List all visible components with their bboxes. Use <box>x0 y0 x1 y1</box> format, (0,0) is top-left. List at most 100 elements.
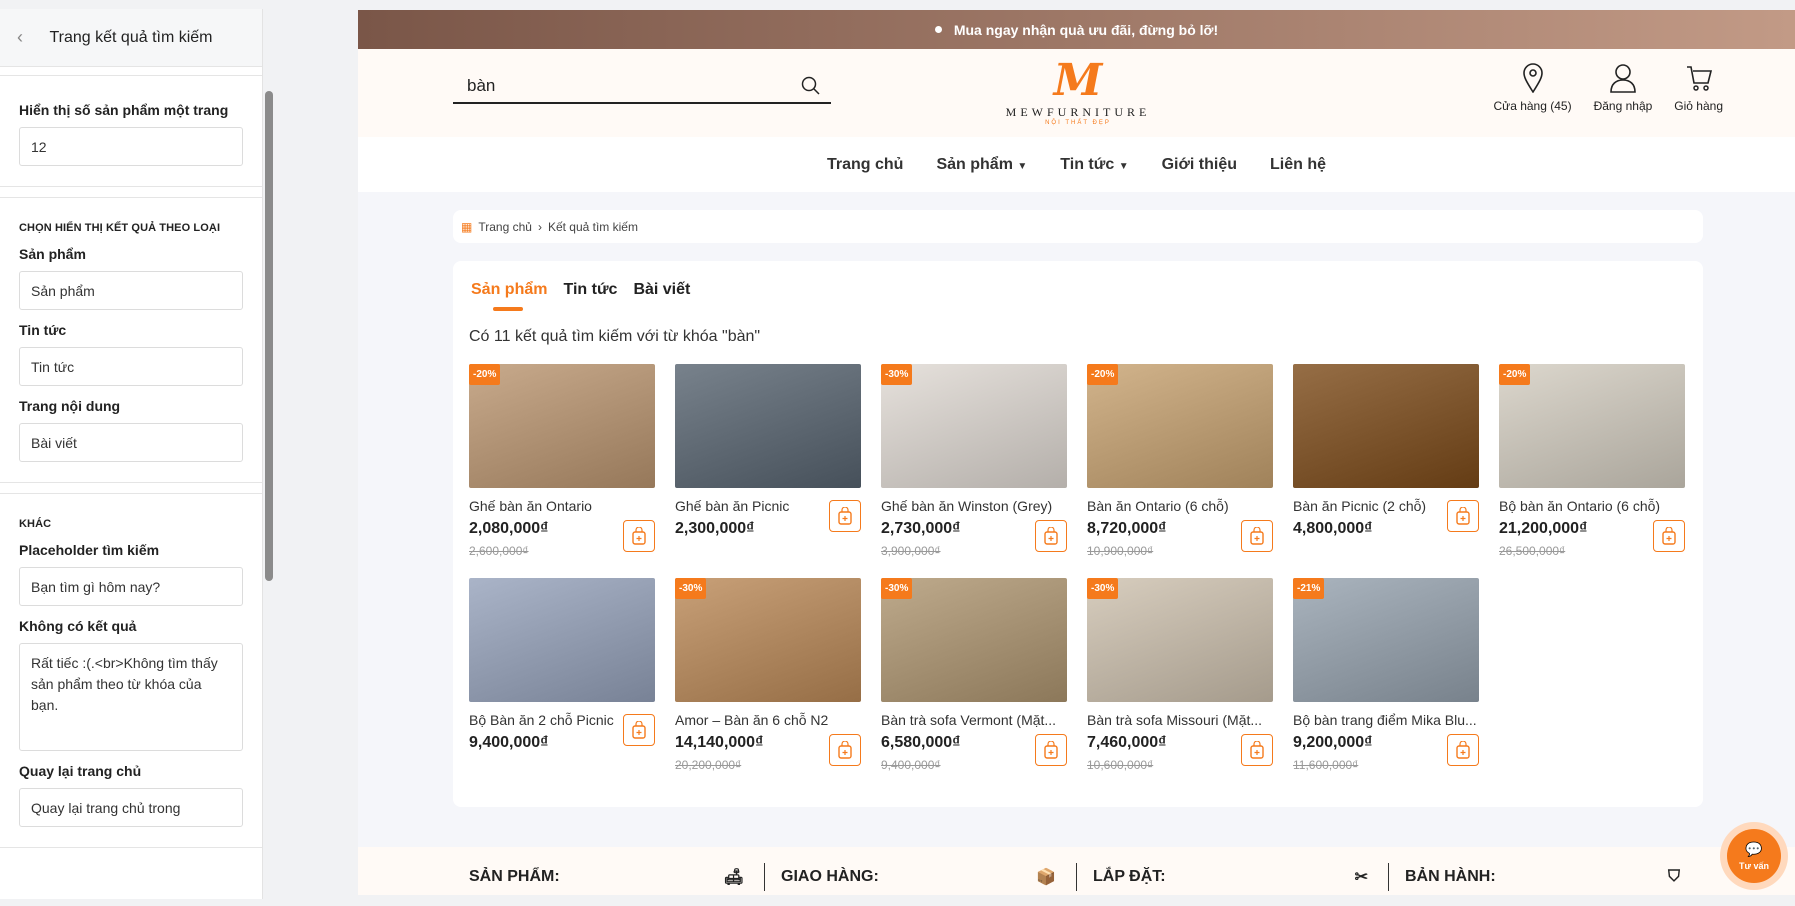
nav-home[interactable]: Trang chủ <box>827 156 903 174</box>
product-card[interactable]: -20% Bàn ăn Ontario (6 chỗ) 8,720,000₫ 1… <box>1087 364 1273 558</box>
tools-icon: ✂ <box>1354 869 1368 886</box>
product-card[interactable]: -20% Bộ bàn ăn Ontario (6 chỗ) 21,200,00… <box>1499 364 1685 558</box>
product-card[interactable]: -21% Bộ bàn trang điểm Mika Blu... 9,200… <box>1293 578 1479 772</box>
product-image[interactable]: -20% <box>469 364 655 488</box>
nav-about[interactable]: Giới thiệu <box>1162 156 1237 174</box>
placeholder-input[interactable]: Bạn tìm gì hôm nay? <box>19 567 243 606</box>
product-card[interactable]: -30% Amor – Bàn ăn 6 chỗ N2 14,140,000₫ … <box>675 578 861 772</box>
product-name[interactable]: Ghế bàn ăn Winston (Grey) <box>881 498 1067 514</box>
tab-posts[interactable]: Bài viết <box>633 281 690 299</box>
chat-icon: 💬 <box>1745 841 1763 857</box>
news-label: Tin tức <box>19 322 67 338</box>
tab-news[interactable]: Tin tức <box>563 281 617 299</box>
add-to-cart-button[interactable] <box>829 734 861 766</box>
stores-link[interactable]: Cửa hàng (45) <box>1494 63 1572 113</box>
product-image[interactable]: -20% <box>1499 364 1685 488</box>
shopping-bag-plus-icon <box>632 527 646 545</box>
product-name[interactable]: Bàn trà sofa Missouri (Mặt... <box>1087 712 1273 728</box>
add-to-cart-button[interactable] <box>623 520 655 552</box>
feature-products: SẢN PHẨM: 🛋 <box>453 863 765 891</box>
product-card[interactable]: -20% Ghế bàn ăn Ontario 2,080,000₫ 2,600… <box>469 364 655 558</box>
scrollbar-thumb[interactable] <box>265 91 273 581</box>
discount-badge: -30% <box>881 578 913 599</box>
login-link[interactable]: Đăng nhập <box>1593 63 1653 113</box>
product-image[interactable]: -20% <box>1087 364 1273 488</box>
caret-down-icon: ▼ <box>1118 160 1129 172</box>
consult-chat-button[interactable]: 💬 Tư vấn <box>1720 822 1788 890</box>
breadcrumb: ▦ Trang chủ › Kết quả tìm kiếm <box>453 210 1703 243</box>
product-card[interactable]: Ghế bàn ăn Picnic 2,300,000₫ <box>675 364 861 538</box>
location-pin-icon <box>1522 63 1543 93</box>
product-image[interactable] <box>1293 364 1479 488</box>
product-image[interactable] <box>469 578 655 702</box>
product-image[interactable]: -30% <box>675 578 861 702</box>
back-button[interactable]: ‹ <box>0 27 40 48</box>
armchair-icon: 🛋 <box>723 869 744 886</box>
settings-panel: ‹ Trang kết quả tìm kiếm Hiển thị số sản … <box>0 9 263 899</box>
product-name[interactable]: Ghế bàn ăn Ontario <box>469 498 655 514</box>
logo-tagline: NỘI THẤT ĐẸP <box>1045 120 1111 126</box>
nav-news[interactable]: Tin tức ▼ <box>1060 156 1128 174</box>
logo-name: MEWFURNITURE <box>1005 105 1151 119</box>
product-image[interactable]: -30% <box>881 364 1067 488</box>
nav-products[interactable]: Sản phẩm ▼ <box>936 156 1027 174</box>
product-name[interactable]: Bàn trà sofa Vermont (Mặt... <box>881 712 1067 728</box>
add-to-cart-button[interactable] <box>829 500 861 532</box>
add-to-cart-button[interactable] <box>1241 520 1273 552</box>
product-image[interactable]: -30% <box>1087 578 1273 702</box>
product-name[interactable]: Bàn ăn Ontario (6 chỗ) <box>1087 498 1273 514</box>
product-name[interactable]: Bộ bàn ăn Ontario (6 chỗ) <box>1499 498 1685 514</box>
add-to-cart-button[interactable] <box>623 714 655 746</box>
add-to-cart-button[interactable] <box>1241 734 1273 766</box>
add-to-cart-button[interactable] <box>1035 734 1067 766</box>
promo-banner: Mua ngay nhận quà ưu đãi, đừng bỏ lỡ! <box>358 10 1795 49</box>
stores-label: Cửa hàng (45) <box>1493 99 1572 113</box>
logo-mark: M <box>1053 55 1103 106</box>
feature-label: LẮP ĐẶT: <box>1093 868 1166 885</box>
products-input[interactable]: Sản phẩm <box>19 271 243 310</box>
search-icon[interactable] <box>801 76 821 96</box>
login-label: Đăng nhập <box>1593 99 1653 113</box>
product-name[interactable]: Bộ bàn trang điểm Mika Blu... <box>1293 712 1479 728</box>
per-page-input[interactable]: 12 <box>19 127 243 166</box>
product-image[interactable] <box>675 364 861 488</box>
product-image[interactable]: -21% <box>1293 578 1479 702</box>
caret-down-icon: ▼ <box>1017 160 1028 172</box>
product-card[interactable]: -30% Bàn trà sofa Vermont (Mặt... 6,580,… <box>881 578 1067 772</box>
news-input[interactable]: Tin tức <box>19 347 243 386</box>
breadcrumb-home[interactable]: Trang chủ <box>478 220 532 234</box>
logo[interactable]: M MEWFURNITURE NỘI THẤT ĐẸP <box>988 55 1168 127</box>
product-card[interactable]: -30% Ghế bàn ăn Winston (Grey) 2,730,000… <box>881 364 1067 558</box>
products-label: Sản phẩm <box>19 246 86 262</box>
chat-label: Tư vấn <box>1738 861 1770 871</box>
discount-badge: -21% <box>1293 578 1325 599</box>
product-image[interactable]: -30% <box>881 578 1067 702</box>
home-input[interactable]: Quay lại trang chủ trong <box>19 788 243 827</box>
add-to-cart-button[interactable] <box>1447 500 1479 532</box>
add-to-cart-button[interactable] <box>1035 520 1067 552</box>
home-label: Quay lại trang chủ <box>19 763 142 779</box>
breadcrumb-current: Kết quả tìm kiếm <box>547 219 638 234</box>
noresult-textarea[interactable]: Rất tiếc :(.<br>Không tìm thấy sản phẩm … <box>19 643 243 751</box>
main-nav: Trang chủ Sản phẩm ▼ Tin tức ▼ Giới thiệ… <box>358 137 1795 192</box>
feature-delivery: GIAO HÀNG: 📦 <box>765 863 1077 891</box>
feature-warranty: BẢN HÀNH: ⛉ <box>1389 863 1700 891</box>
product-card[interactable]: Bàn ăn Picnic (2 chỗ) 4,800,000₫ <box>1293 364 1479 538</box>
shopping-bag-plus-icon <box>1662 527 1676 545</box>
add-to-cart-button[interactable] <box>1653 520 1685 552</box>
shopping-bag-plus-icon <box>1044 527 1058 545</box>
footer-features: SẢN PHẨM: 🛋 GIAO HÀNG: 📦 LẮP ĐẶT: ✂ BẢN HÀN… <box>358 847 1795 895</box>
nav-contact[interactable]: Liên hệ <box>1270 156 1326 174</box>
content-input[interactable]: Bài viết <box>19 423 243 462</box>
product-card[interactable]: -30% Bàn trà sofa Missouri (Mặt... 7,460… <box>1087 578 1273 772</box>
feature-install: LẮP ĐẶT: ✂ <box>1077 863 1389 891</box>
product-name[interactable]: Amor – Bàn ăn 6 chỗ N2 <box>675 712 861 728</box>
shopping-bag-plus-icon <box>838 741 852 759</box>
tab-products[interactable]: Sản phẩm <box>471 281 547 311</box>
cart-label: Giỏ hàng <box>1674 99 1723 113</box>
add-to-cart-button[interactable] <box>1447 734 1479 766</box>
product-card[interactable]: Bộ Bàn ăn 2 chỗ Picnic 9,400,000₫ <box>469 578 655 752</box>
search-input[interactable]: bàn <box>453 69 831 104</box>
panel-scrollbar[interactable] <box>264 75 274 890</box>
cart-link[interactable]: Giỏ hàng <box>1674 63 1723 113</box>
